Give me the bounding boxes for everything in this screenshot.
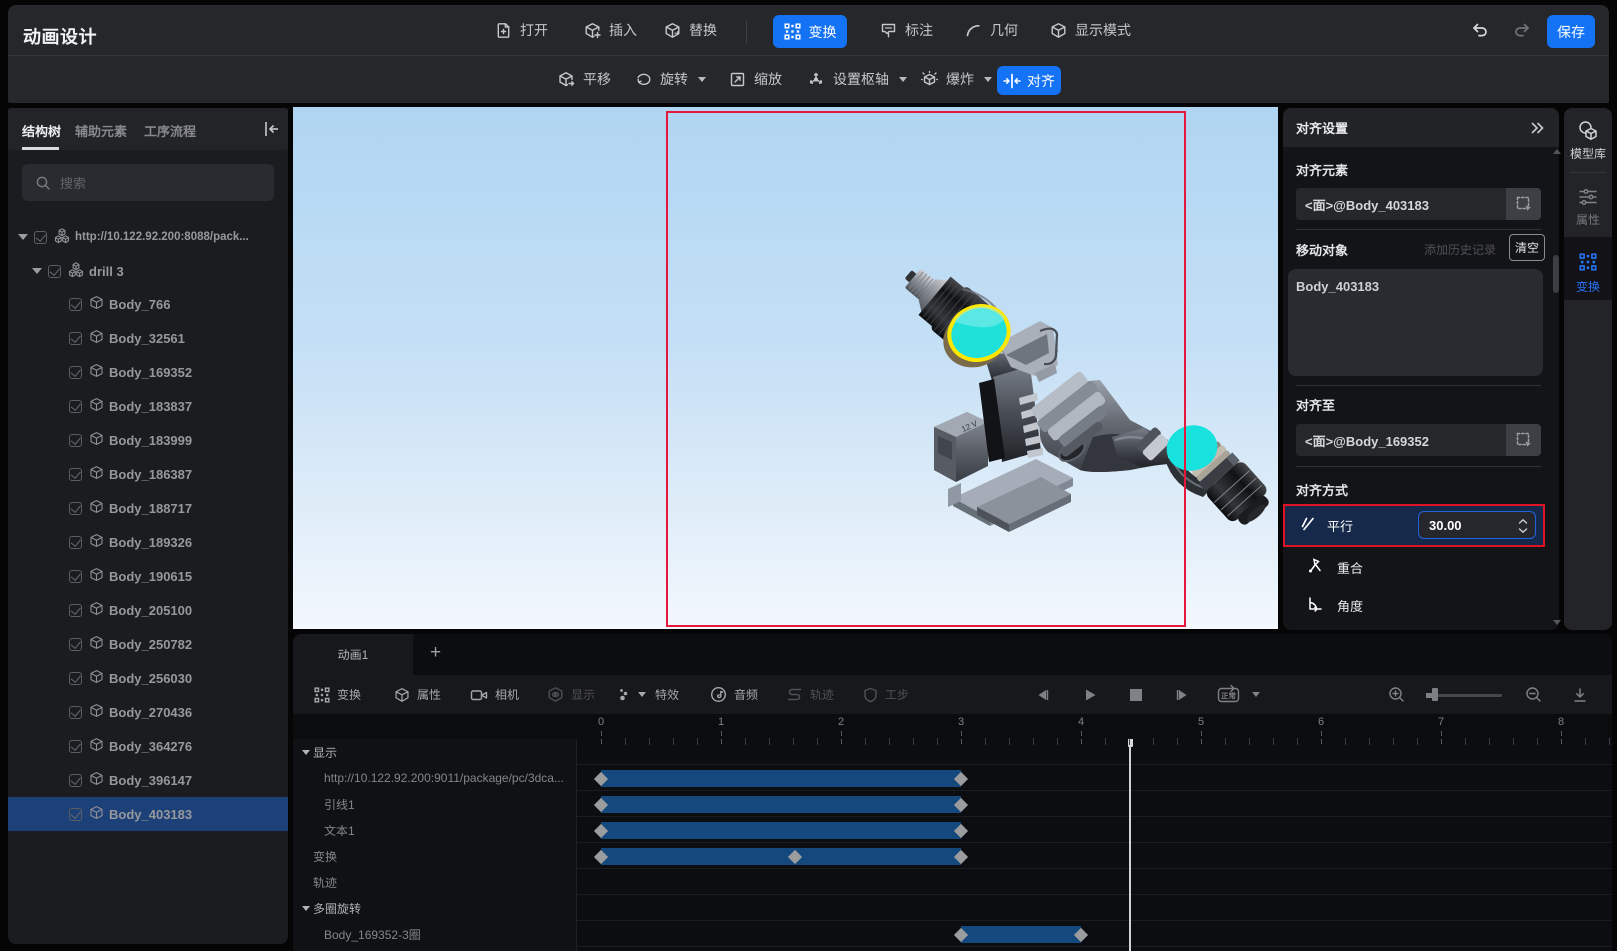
- svg-text:正常: 正常: [1221, 691, 1237, 700]
